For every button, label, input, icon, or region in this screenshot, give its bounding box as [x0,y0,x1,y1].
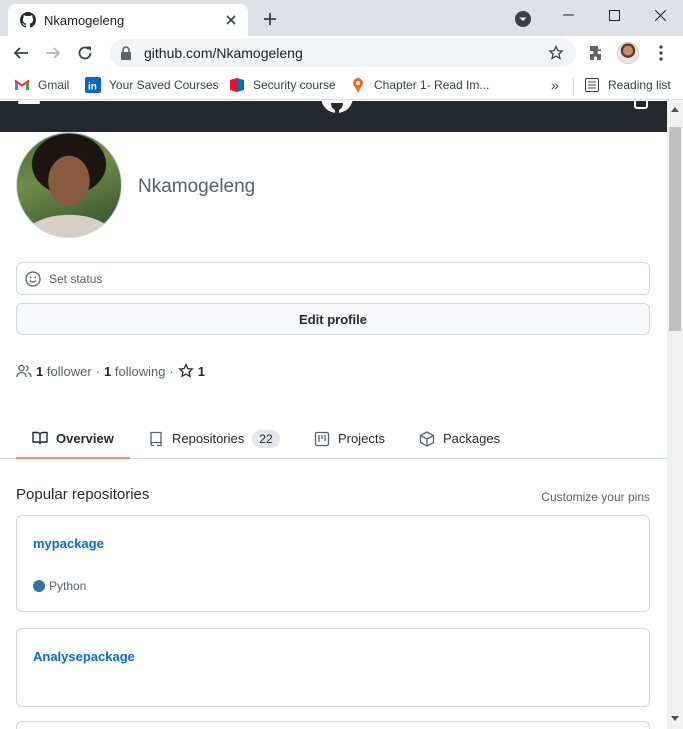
smiley-icon [25,270,41,287]
lock-icon [121,46,131,60]
repo-card: Analysepackage [16,628,650,707]
scroll-thumb[interactable] [669,127,681,331]
bookmarks-overflow-button[interactable]: » [551,75,559,95]
page-scrollbar[interactable] [667,101,683,729]
scroll-up-icon[interactable] [671,107,679,112]
reading-list-icon [584,77,600,93]
scroll-down-icon[interactable] [671,716,679,721]
bookmark-label: Your Saved Courses [109,78,219,92]
book-icon [32,431,48,445]
popular-repositories-heading: Popular repositories [16,486,150,503]
github-favicon-icon [20,12,36,28]
tab-projects[interactable]: Projects [298,419,401,458]
bookmarks-divider [573,78,574,94]
bookmark-gmail[interactable]: Gmail [14,75,69,95]
package-icon [419,430,435,447]
language-color-dot [33,580,45,592]
maximize-icon[interactable] [591,0,637,30]
svg-text:in: in [88,82,97,93]
tab-packages[interactable]: Packages [403,419,516,458]
set-status-button[interactable]: Set status [16,262,650,295]
security-course-icon [229,77,245,93]
bookmarks-bar: Gmail in Your Saved Courses Security cou… [0,70,683,100]
extensions-icon[interactable] [584,40,610,66]
profile-tabs: Overview Repositories 22 Projects Packag… [0,419,667,459]
hamburger-menu-icon[interactable] [18,101,40,104]
repo-name-link[interactable]: Analysepackage [33,649,135,664]
tab-search-icon[interactable] [514,10,532,28]
bookmark-label: Chapter 1- Read Im... [374,78,490,92]
github-header [0,101,667,132]
notifications-icon[interactable] [634,101,648,109]
reading-list-label: Reading list [608,78,671,92]
url-text: github.com/Nkamogeleng [144,45,303,61]
browser-tab[interactable]: Nkamogeleng [8,4,248,36]
project-icon [314,431,330,446]
repo-card: mypackage Python [16,515,650,612]
back-arrow-icon[interactable] [8,40,34,66]
tab-overview[interactable]: Overview [16,419,130,459]
repo-language: Python [33,579,86,593]
star-icon [177,363,194,378]
set-status-label: Set status [49,271,103,286]
minimize-icon[interactable] [545,0,591,30]
followers-link[interactable]: 1 follower [36,364,92,379]
tab-repositories[interactable]: Repositories 22 [132,419,296,458]
new-tab-icon[interactable] [258,7,282,31]
stars-link[interactable]: 1 [177,363,205,379]
repositories-count-badge: 22 [252,429,280,448]
bookmark-star-icon[interactable] [542,39,570,67]
reload-icon[interactable] [72,40,98,66]
bookmark-saved-courses[interactable]: in Your Saved Courses [85,75,219,95]
repo-card [16,721,650,729]
browser-toolbar: github.com/Nkamogeleng [0,36,683,70]
tab-close-icon[interactable] [218,7,244,33]
overflow-chevron-icon: » [551,77,559,93]
gmail-icon [14,77,30,93]
customize-pins-link[interactable]: Customize your pins [541,490,650,504]
people-icon [16,364,32,378]
bookmark-security-course[interactable]: Security course [229,75,336,95]
page-viewport: Nkamogeleng Set status Edit profile 1 fo… [0,101,667,729]
follow-stats: 1 follower · 1 following · 1 [16,361,205,381]
bookmark-label: Security course [253,78,336,92]
menu-kebab-icon[interactable] [648,40,674,66]
edit-profile-button[interactable]: Edit profile [16,303,650,335]
bookmark-label: Gmail [38,78,70,92]
bookmark-chapter-1[interactable]: Chapter 1- Read Im... [350,75,489,95]
repo-icon [150,431,162,446]
address-bar[interactable]: github.com/Nkamogeleng [110,39,576,67]
chapter-icon [350,77,366,93]
github-logo-icon[interactable] [320,101,354,115]
linkedin-icon: in [85,77,101,93]
window-close-icon[interactable] [637,0,683,30]
profile-username: Nkamogeleng [138,176,256,197]
following-link[interactable]: 1 following [104,364,165,379]
profile-avatar-icon[interactable] [615,40,641,66]
reading-list-button[interactable]: Reading list [584,75,671,95]
forward-arrow-icon[interactable] [40,40,66,66]
repo-name-link[interactable]: mypackage [33,536,104,551]
tab-title: Nkamogeleng [44,12,125,28]
browser-tab-strip: Nkamogeleng [0,0,683,36]
profile-avatar[interactable] [16,132,122,238]
